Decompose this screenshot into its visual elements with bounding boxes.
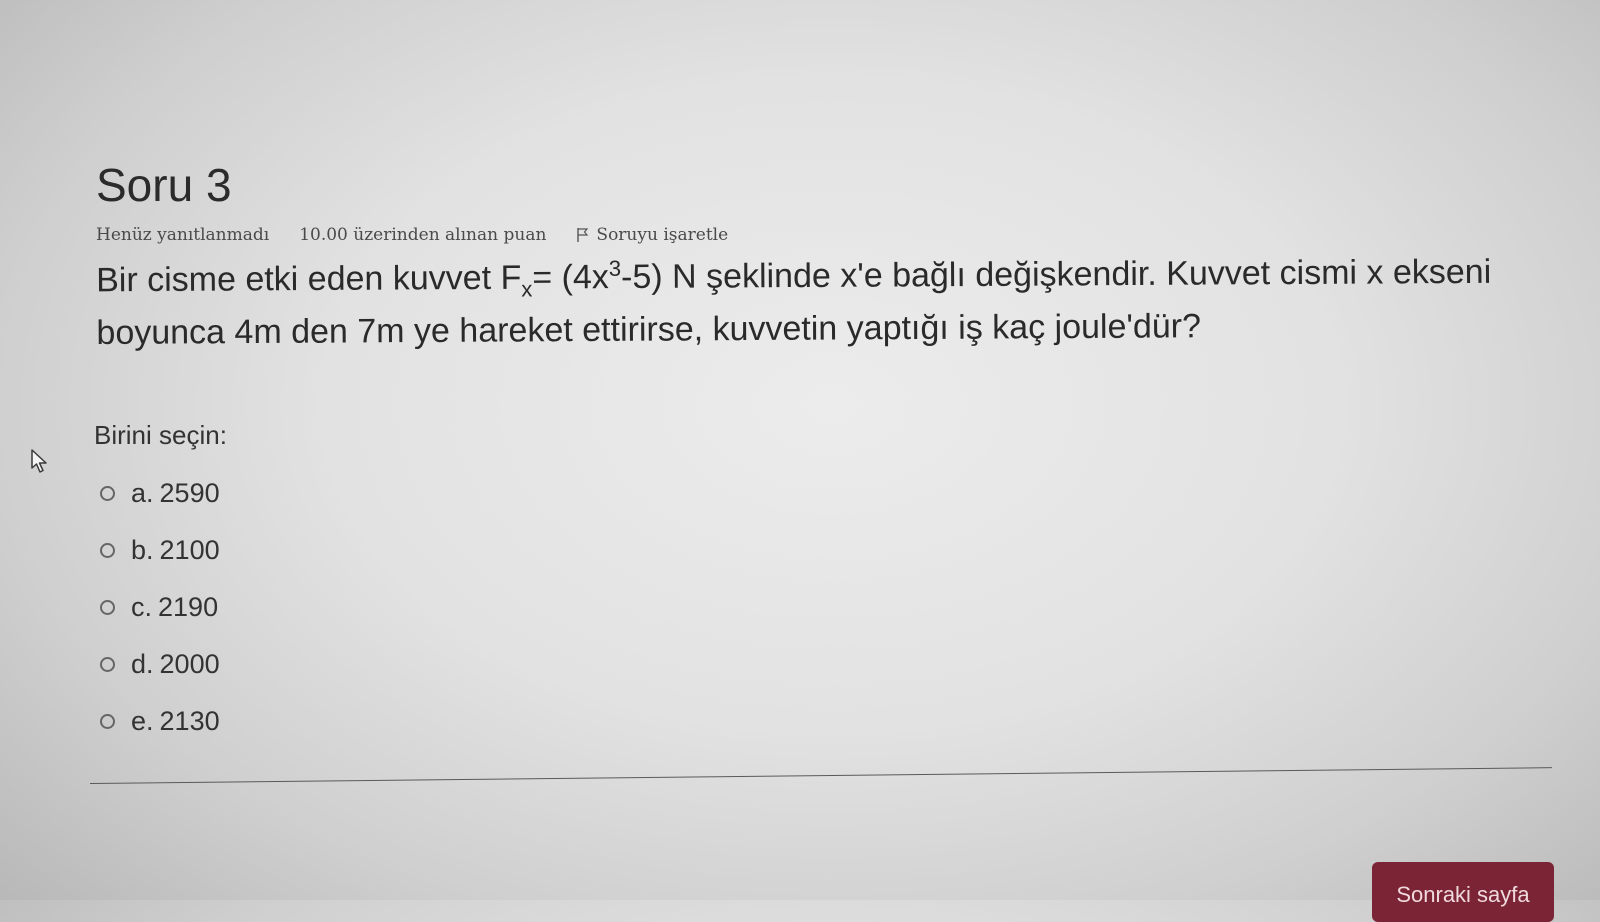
answer-block: Birini seçin: a. 2590 b. 2100 c. 2190 d.… bbox=[94, 420, 227, 750]
option-letter: c. bbox=[131, 592, 153, 622]
question-status: Henüz yanıtlanmadı bbox=[96, 224, 270, 245]
question-info: Henüz yanıtlanmadı 10.00 üzerinden alına… bbox=[96, 225, 1556, 245]
answer-option-a[interactable]: a. 2590 bbox=[94, 465, 227, 522]
question-grade: 10.00 üzerinden alınan puan bbox=[299, 224, 547, 245]
flag-question-label: Soruyu işaretle bbox=[596, 224, 729, 245]
radio-unchecked-icon[interactable] bbox=[100, 714, 115, 729]
option-value: 2130 bbox=[159, 706, 220, 736]
option-letter: d. bbox=[131, 649, 154, 679]
radio-unchecked-icon[interactable] bbox=[100, 600, 115, 615]
question-title: Soru 3 bbox=[96, 159, 232, 211]
answer-option-e[interactable]: e. 2130 bbox=[94, 693, 227, 750]
mouse-pointer-icon bbox=[31, 449, 47, 473]
option-letter: e. bbox=[131, 706, 154, 736]
force-subscript: x bbox=[521, 276, 533, 302]
option-value: 2190 bbox=[158, 592, 219, 622]
exponent-superscript: 3 bbox=[608, 255, 622, 281]
next-page-button[interactable]: Sonraki sayfa bbox=[1372, 862, 1554, 922]
radio-unchecked-icon[interactable] bbox=[100, 657, 115, 672]
question-text-part-1: Bir cisme etki eden kuvvet F bbox=[96, 258, 522, 299]
question-container: Soru 3 Henüz yanıtlanmadı 10.00 üzerinde… bbox=[96, 160, 1556, 359]
answer-prompt: Birini seçin: bbox=[94, 420, 227, 450]
section-divider bbox=[90, 767, 1552, 784]
flag-question-button[interactable]: Soruyu işaretle bbox=[576, 225, 728, 245]
option-value: 2100 bbox=[159, 535, 220, 565]
answer-option-d[interactable]: d. 2000 bbox=[94, 636, 227, 693]
radio-unchecked-icon[interactable] bbox=[100, 543, 115, 558]
question-text: Bir cisme etki eden kuvvet Fx= (4x3-5) N… bbox=[96, 246, 1557, 359]
option-letter: a. bbox=[131, 478, 154, 508]
option-letter: b. bbox=[131, 535, 154, 565]
answer-option-b[interactable]: b. 2100 bbox=[94, 522, 227, 579]
option-value: 2590 bbox=[159, 478, 220, 508]
radio-unchecked-icon[interactable] bbox=[100, 486, 115, 501]
flag-icon bbox=[577, 227, 589, 242]
option-value: 2000 bbox=[159, 649, 220, 679]
question-text-part-2: = (4x bbox=[532, 257, 609, 297]
answer-option-c[interactable]: c. 2190 bbox=[94, 579, 227, 636]
